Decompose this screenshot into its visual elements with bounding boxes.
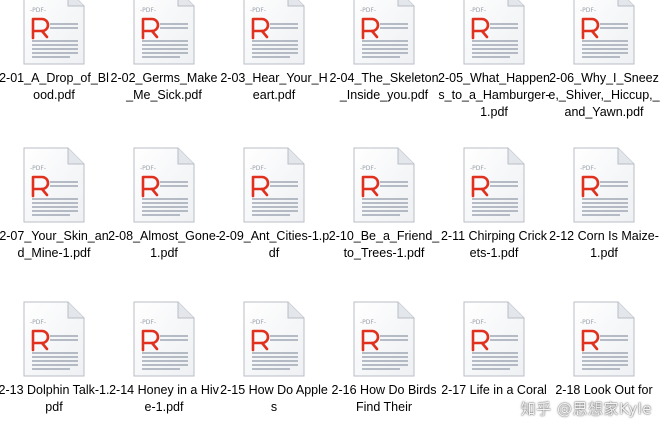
pdf-type-label: -PDF- [30, 7, 46, 14]
pdf-type-label: -PDF- [250, 319, 266, 326]
file-name-label: 2-02_Germs_Make_Me_Sick.pdf [110, 71, 218, 102]
file-name-label: 2-05_What_Happens_to_a_Hamburger-1.pdf [438, 71, 550, 119]
file-item[interactable]: -PDF- 2-04_The_Skeleton_Inside_you.pdf [329, 0, 439, 138]
pdf-file-icon: -PDF- [243, 301, 305, 377]
pdf-file-icon: -PDF- [243, 147, 305, 223]
pdf-file-icon: -PDF- [573, 0, 635, 65]
file-name-label: 2-10_Be_a_Friend_to_Trees-1.pdf [328, 229, 440, 260]
pdf-file-icon: -PDF- [133, 301, 195, 377]
file-item[interactable]: -PDF- 2-09_Ant_Cities-1.pdf [218, 146, 330, 296]
pdf-type-label: -PDF- [470, 7, 486, 14]
file-item[interactable]: -PDF- 2-05_What_Happens_to_a_Hamburger-1.… [438, 0, 550, 138]
pdf-type-label: -PDF- [360, 7, 376, 14]
pdf-type-label: -PDF- [140, 165, 156, 172]
file-item[interactable]: -PDF- 2-01_A_Drop_of_Blood.pdf [0, 0, 109, 138]
file-name-label: 2-06_Why_I_Sneeze,_Shiver,_Hiccup,_and_Y… [548, 71, 660, 119]
pdf-type-label: -PDF- [250, 165, 266, 172]
file-item[interactable]: -PDF- 2-13 Dolphin Talk-1.pdf [0, 300, 110, 441]
file-name-label: 2-01_A_Drop_of_Blood.pdf [0, 71, 109, 102]
file-name-label: 2-12 Corn Is Maize-1.pdf [549, 229, 659, 260]
file-name-label: 2-15 How Do Apples [220, 383, 328, 414]
pdf-type-label: -PDF- [140, 7, 156, 14]
pdf-file-icon: -PDF- [573, 301, 635, 377]
pdf-file-icon: -PDF- [23, 301, 85, 377]
pdf-file-icon: -PDF- [23, 0, 85, 65]
file-item[interactable]: -PDF- 2-18 Look Out for [550, 300, 658, 441]
file-name-label: 2-16 How Do Birds Find Their [331, 383, 437, 414]
file-name-label: 2-11 Chirping Crickets-1.pdf [440, 229, 548, 260]
pdf-file-icon: -PDF- [23, 147, 85, 223]
file-explorer-view: -PDF- 2-01_A_Drop_of_Blood.pdf -PDF- 2-02_G… [0, 0, 666, 441]
pdf-type-label: -PDF- [360, 319, 376, 326]
file-name-label: 2-13 Dolphin Talk-1.pdf [0, 383, 110, 414]
pdf-type-label: -PDF- [470, 165, 486, 172]
pdf-file-icon: -PDF- [463, 301, 525, 377]
pdf-file-icon: -PDF- [243, 0, 305, 65]
pdf-type-label: -PDF- [360, 165, 376, 172]
file-name-label: 2-09_Ant_Cities-1.pdf [218, 229, 330, 260]
file-name-label: 2-07_Your_Skin_and_Mine-1.pdf [0, 229, 109, 260]
file-name-label: 2-03_Hear_Your_Heart.pdf [220, 71, 328, 102]
pdf-type-label: -PDF- [580, 165, 596, 172]
file-item[interactable]: -PDF- 2-08_Almost_Gone-1.pdf [108, 146, 220, 296]
pdf-file-icon: -PDF- [133, 0, 195, 65]
pdf-file-icon: -PDF- [573, 147, 635, 223]
pdf-type-label: -PDF- [30, 165, 46, 172]
pdf-file-icon: -PDF- [353, 147, 415, 223]
file-item[interactable]: -PDF- 2-14 Honey in a Hive-1.pdf [109, 300, 219, 441]
pdf-type-label: -PDF- [580, 7, 596, 14]
file-item[interactable]: -PDF- 2-03_Hear_Your_Heart.pdf [220, 0, 328, 138]
pdf-type-label: -PDF- [140, 319, 156, 326]
file-item[interactable]: -PDF- 2-02_Germs_Make_Me_Sick.pdf [110, 0, 218, 138]
file-item[interactable]: -PDF- 2-16 How Do Birds Find Their [330, 300, 438, 441]
file-item[interactable]: -PDF- 2-11 Chirping Crickets-1.pdf [440, 146, 548, 296]
file-item[interactable]: -PDF- 2-12 Corn Is Maize-1.pdf [549, 146, 659, 296]
pdf-file-icon: -PDF- [353, 0, 415, 65]
pdf-type-label: -PDF- [30, 319, 46, 326]
pdf-file-icon: -PDF- [133, 147, 195, 223]
file-item[interactable]: -PDF- 2-06_Why_I_Sneeze,_Shiver,_Hiccup,_… [548, 0, 660, 138]
pdf-type-label: -PDF- [250, 7, 266, 14]
file-name-label: 2-17 Life in a Coral [441, 383, 547, 397]
file-name-label: 2-08_Almost_Gone-1.pdf [108, 229, 220, 260]
file-name-label: 2-14 Honey in a Hive-1.pdf [109, 383, 219, 414]
pdf-file-icon: -PDF- [463, 0, 525, 65]
pdf-type-label: -PDF- [470, 319, 486, 326]
file-item[interactable]: -PDF- 2-07_Your_Skin_and_Mine-1.pdf [0, 146, 109, 296]
pdf-file-icon: -PDF- [463, 147, 525, 223]
file-name-label: 2-18 Look Out for [555, 383, 653, 397]
pdf-file-icon: -PDF- [353, 301, 415, 377]
file-name-label: 2-04_The_Skeleton_Inside_you.pdf [329, 71, 439, 102]
file-item[interactable]: -PDF- 2-17 Life in a Coral [440, 300, 548, 441]
file-item[interactable]: -PDF- 2-10_Be_a_Friend_to_Trees-1.pdf [328, 146, 440, 296]
file-item[interactable]: -PDF- 2-15 How Do Apples [220, 300, 328, 441]
pdf-type-label: -PDF- [580, 319, 596, 326]
